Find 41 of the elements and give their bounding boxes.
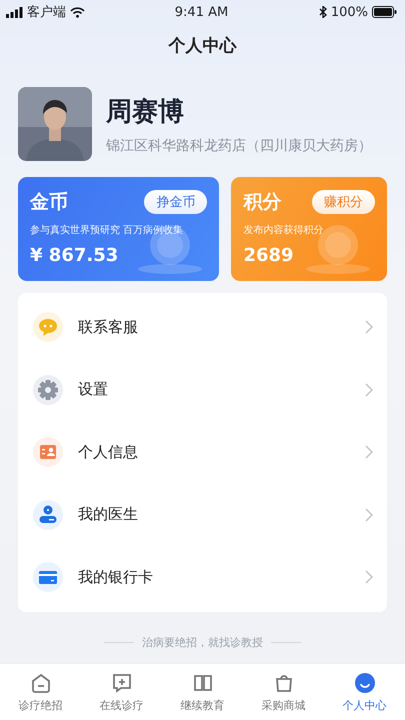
coins-card[interactable]: 金币 挣金币 参与真实世界预研究 百万病例收集 ¥ 867.53 — [18, 177, 220, 281]
tab[interactable]: 继续教育 — [162, 664, 243, 720]
carrier-label: 客户端 — [27, 4, 66, 21]
gear-icon — [32, 374, 64, 406]
tab[interactable]: 个人中心 — [324, 664, 405, 720]
doctor-icon — [32, 498, 64, 531]
menu-item[interactable]: 设置 — [78, 380, 351, 400]
card-amount: 2689 — [243, 245, 295, 266]
bluetooth-icon — [318, 6, 327, 18]
menu-item[interactable]: 联系客服 — [78, 318, 351, 337]
wifi-icon — [70, 6, 85, 18]
card-title: 金币 — [30, 190, 68, 215]
status-time: 9:41 AM — [174, 4, 228, 20]
card-title: 积分 — [243, 190, 282, 215]
tab[interactable]: 在线诊疗 — [81, 664, 162, 720]
chevron-icon — [365, 570, 373, 584]
signal-icon — [6, 6, 23, 18]
chevron-icon — [365, 382, 373, 397]
chevron-icon — [365, 445, 373, 460]
user-name: 周赛博 — [106, 96, 185, 128]
points-card[interactable]: 积分 赚积分 发布内容获得积分 2689 — [231, 177, 387, 281]
battery-percent: 100% — [330, 4, 368, 20]
menu-item[interactable]: 我的医生 — [78, 505, 351, 524]
card-amount: ¥ 867.53 — [30, 245, 120, 266]
battery-icon — [372, 6, 397, 18]
slogan-text: 治病要绝招，就找诊教授 — [142, 634, 263, 650]
menu-item[interactable]: 个人信息 — [78, 442, 351, 462]
card-subtitle: 参与真实世界预研究 百万病例收集 — [30, 224, 184, 237]
tab[interactable]: 诊疗绝招 — [0, 664, 81, 720]
menu-item[interactable]: 我的银行卡 — [78, 568, 351, 587]
store-name: 锦江区科华路科龙药店（四川康贝大药房） — [106, 136, 372, 154]
card-subtitle: 发布内容获得积分 — [243, 224, 324, 237]
chat-bubble-icon — [32, 311, 64, 344]
earn-button[interactable]: 挣金币 — [144, 190, 208, 214]
page-title: 个人中心 — [167, 35, 238, 57]
chevron-icon — [365, 320, 373, 334]
earn-button[interactable]: 赚积分 — [312, 190, 375, 214]
chevron-icon — [365, 508, 373, 522]
tab[interactable]: 采购商城 — [243, 664, 324, 720]
id-card-icon — [32, 436, 64, 468]
bank-card-icon — [32, 561, 64, 594]
